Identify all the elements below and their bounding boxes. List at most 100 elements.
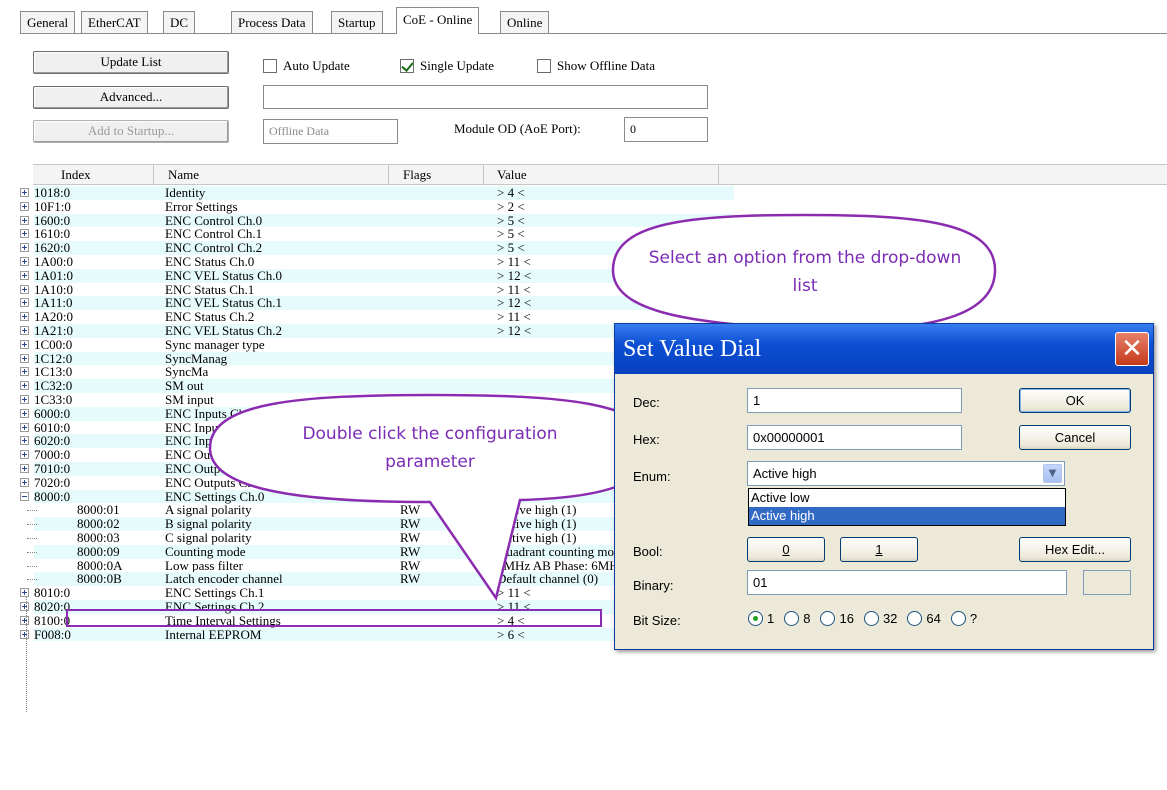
hex-edit-button[interactable]: Hex Edit... (1019, 537, 1131, 562)
radio-dot[interactable] (863, 611, 879, 626)
bool-1-button[interactable]: 1 (840, 537, 918, 562)
collapse-icon[interactable] (20, 491, 29, 501)
col-sep[interactable] (153, 165, 154, 185)
expand-icon[interactable] (20, 339, 29, 349)
checkbox-box[interactable] (263, 59, 277, 73)
expand-icon[interactable] (20, 463, 29, 473)
expand-icon[interactable] (20, 422, 29, 432)
row-name: Low pass filter (165, 557, 243, 573)
radio-label: 8 (803, 611, 811, 626)
enum-option-active-low[interactable]: Active low (749, 489, 1065, 507)
enum-selected-value: Active high (753, 466, 817, 481)
auto-update-checkbox[interactable]: Auto Update (263, 58, 350, 74)
table-row[interactable]: 1018:0 Identity > 4 < (20, 186, 734, 200)
expand-icon[interactable] (20, 256, 29, 266)
binary-input[interactable]: 01 (747, 570, 1067, 595)
expand-icon[interactable] (20, 229, 29, 239)
expand-icon[interactable] (20, 629, 29, 639)
col-sep[interactable] (718, 165, 719, 185)
close-icon[interactable]: ✕ (1115, 332, 1149, 366)
dec-input[interactable]: 1 (747, 388, 962, 413)
bitsize-radio-16[interactable]: 16 (820, 611, 854, 626)
row-index: 1C00:0 (34, 336, 73, 352)
single-update-checkbox[interactable]: Single Update (400, 58, 494, 74)
tab-coe-online[interactable]: CoE - Online (396, 7, 480, 34)
expand-icon[interactable] (20, 270, 29, 280)
expand-icon[interactable] (20, 450, 29, 460)
tab-general[interactable]: General (20, 11, 76, 34)
table-row[interactable]: 1600:0 ENC Control Ch.0 > 5 < (20, 213, 734, 228)
ok-button[interactable]: OK (1019, 388, 1131, 413)
expand-icon[interactable] (20, 588, 29, 598)
module-od-label: Module OD (AoE Port): (454, 121, 581, 136)
expand-icon[interactable] (20, 298, 29, 308)
bitsize-radio-8[interactable]: 8 (784, 611, 810, 626)
tab-startup[interactable]: Startup (331, 11, 383, 34)
bitsize-radio-unknown[interactable]: ? (950, 611, 977, 626)
row-value: Active high (1) (497, 502, 577, 518)
tab-online[interactable]: Online (500, 11, 550, 34)
table-row[interactable]: 1610:0 ENC Control Ch.1 > 5 < (20, 227, 720, 241)
expand-icon[interactable] (20, 215, 29, 225)
enum-option-active-high[interactable]: Active high (749, 507, 1065, 525)
bool-0-button[interactable]: 0 (747, 537, 825, 562)
expand-icon[interactable] (20, 615, 29, 625)
checkbox-box[interactable] (537, 59, 551, 73)
update-list-button[interactable]: Update List (33, 51, 229, 74)
expand-icon[interactable] (20, 394, 29, 404)
radio-dot[interactable] (950, 611, 966, 626)
radio-dot[interactable] (748, 611, 763, 626)
expand-icon[interactable] (20, 381, 29, 391)
expand-icon[interactable] (20, 188, 29, 197)
expand-icon[interactable] (20, 284, 29, 294)
col-sep[interactable] (388, 165, 389, 185)
expand-icon[interactable] (20, 325, 29, 335)
radio-dot[interactable] (907, 611, 923, 626)
expand-icon[interactable] (20, 408, 29, 418)
col-name[interactable]: Name (168, 167, 199, 183)
bitsize-radio-32[interactable]: 32 (863, 611, 897, 626)
module-od-input[interactable]: 0 (624, 117, 708, 142)
set-value-dialog: Set Value Dial ✕ Dec: 1 OK Hex: 0x000000… (614, 323, 1154, 650)
checkbox-box-checked[interactable] (400, 59, 414, 73)
tab-ethercat[interactable]: EtherCAT (81, 11, 148, 34)
col-index[interactable]: Index (61, 167, 91, 183)
table-row[interactable]: 1A11:0 ENC VEL Status Ch.1 > 12 < (20, 296, 734, 311)
chevron-down-icon[interactable]: ▼ (1043, 464, 1062, 483)
tab-process-data[interactable]: Process Data (231, 11, 313, 34)
expand-icon[interactable] (20, 312, 29, 322)
table-row[interactable]: 1620:0 ENC Control Ch.2 > 5 < (20, 241, 734, 255)
expand-icon[interactable] (20, 436, 29, 446)
table-row[interactable]: 1A01:0 ENC VEL Status Ch.0 > 12 < (20, 268, 734, 283)
expand-icon[interactable] (20, 201, 29, 211)
radio-dot[interactable] (820, 611, 836, 626)
advanced-button[interactable]: Advanced... (33, 86, 229, 109)
expand-icon[interactable] (20, 353, 29, 363)
row-index: 8100:0 (34, 612, 71, 628)
col-value[interactable]: Value (497, 167, 527, 183)
hex-input[interactable]: 0x00000001 (747, 425, 962, 450)
tab-dc[interactable]: DC (163, 11, 196, 34)
table-row[interactable]: 10F1:0 Error Settings > 2 < (20, 199, 720, 214)
table-row[interactable]: 1A20:0 ENC Status Ch.2 > 11 < (20, 310, 720, 324)
tab-bar: General EtherCAT DC Process Data Startup… (0, 0, 1167, 34)
row-flags: RW (400, 557, 421, 573)
col-sep[interactable] (483, 165, 484, 185)
expand-icon[interactable] (20, 601, 29, 611)
bitsize-radio-1[interactable]: 1 (748, 611, 774, 626)
cancel-button[interactable]: Cancel (1019, 425, 1131, 450)
radio-dot[interactable] (784, 611, 800, 626)
table-row[interactable]: 1A00:0 ENC Status Ch.0 > 11 < (20, 255, 720, 269)
expand-icon[interactable] (20, 477, 29, 487)
enum-select[interactable]: Active high ▼ (747, 461, 1065, 486)
col-flags[interactable]: Flags (403, 167, 431, 183)
bitsize-radio-64[interactable]: 64 (907, 611, 941, 626)
auto-update-label: Auto Update (283, 58, 350, 73)
table-row[interactable]: 1A10:0 ENC Status Ch.1 > 11 < (20, 282, 720, 297)
row-name: SyncManag (165, 350, 228, 366)
show-offline-checkbox[interactable]: Show Offline Data (537, 58, 655, 74)
dialog-title[interactable]: Set Value Dial (615, 324, 1153, 374)
expand-icon[interactable] (20, 243, 29, 253)
expand-icon[interactable] (20, 367, 29, 377)
add-to-startup-button[interactable]: Add to Startup... (33, 120, 229, 143)
